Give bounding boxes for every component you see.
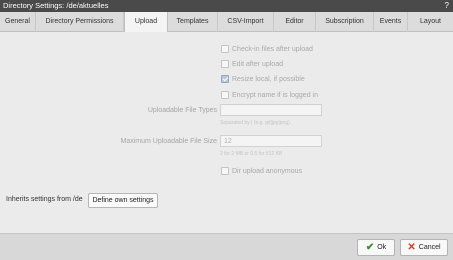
tab-csv-import[interactable]: CSV-Import xyxy=(218,12,274,32)
cancel-label: Cancel xyxy=(418,244,441,251)
checkbox-checked[interactable] xyxy=(221,75,229,83)
option-dir-upload-anonymous[interactable]: Dir upload anonymous xyxy=(221,166,302,176)
file-types-label: Uploadable File Types xyxy=(147,107,217,114)
ok-button[interactable]: ✔ Ok xyxy=(357,239,395,256)
define-own-settings-button[interactable]: Define own settings xyxy=(88,193,158,208)
option-resize-local[interactable]: Resize local, if possible xyxy=(221,74,305,84)
dialog-footer: ✔ Ok ✕ Cancel xyxy=(0,233,453,260)
option-edit-after-upload[interactable]: Edit after upload xyxy=(221,59,283,69)
file-types-hint: Separated by | (e.g. gif|jpg|png) xyxy=(220,120,290,126)
checkmark-icon: ✔ xyxy=(365,242,375,253)
help-icon[interactable]: ? xyxy=(445,0,449,12)
max-size-label: Maximum Uploadable File Size xyxy=(120,138,217,145)
checkbox[interactable] xyxy=(221,60,229,68)
tab-upload[interactable]: Upload xyxy=(124,12,168,33)
tab-bar: General Directory Permissions Upload Tem… xyxy=(0,12,453,33)
tab-templates[interactable]: Templates xyxy=(168,12,218,32)
checkbox[interactable] xyxy=(221,45,229,53)
tab-subscription[interactable]: Subscription xyxy=(316,12,374,32)
checkbox[interactable] xyxy=(221,167,229,175)
inherit-label: Inherits settings from /de xyxy=(6,196,83,203)
option-checkin-after-upload[interactable]: Check-in files after upload xyxy=(221,44,313,54)
ok-label: Ok xyxy=(377,244,387,251)
tab-layout[interactable]: Layout xyxy=(408,12,453,32)
close-icon: ✕ xyxy=(407,242,416,253)
tab-general[interactable]: General xyxy=(0,12,36,32)
tab-editor[interactable]: Editor xyxy=(274,12,316,32)
tab-events[interactable]: Events xyxy=(374,12,408,32)
max-size-hint: 2 for 2 MB or 0.5 for 512 KB xyxy=(220,151,283,157)
window-titlebar: Directory Settings: /de/aktuelles ? xyxy=(0,0,453,12)
option-encrypt-name[interactable]: Encrypt name if is logged in xyxy=(221,90,318,100)
checkbox[interactable] xyxy=(221,91,229,99)
file-types-input[interactable] xyxy=(220,104,322,116)
max-size-input[interactable] xyxy=(220,135,322,147)
window-title: Directory Settings: /de/aktuelles xyxy=(3,1,109,10)
tab-directory-permissions[interactable]: Directory Permissions xyxy=(36,12,124,32)
cancel-button[interactable]: ✕ Cancel xyxy=(400,239,448,256)
